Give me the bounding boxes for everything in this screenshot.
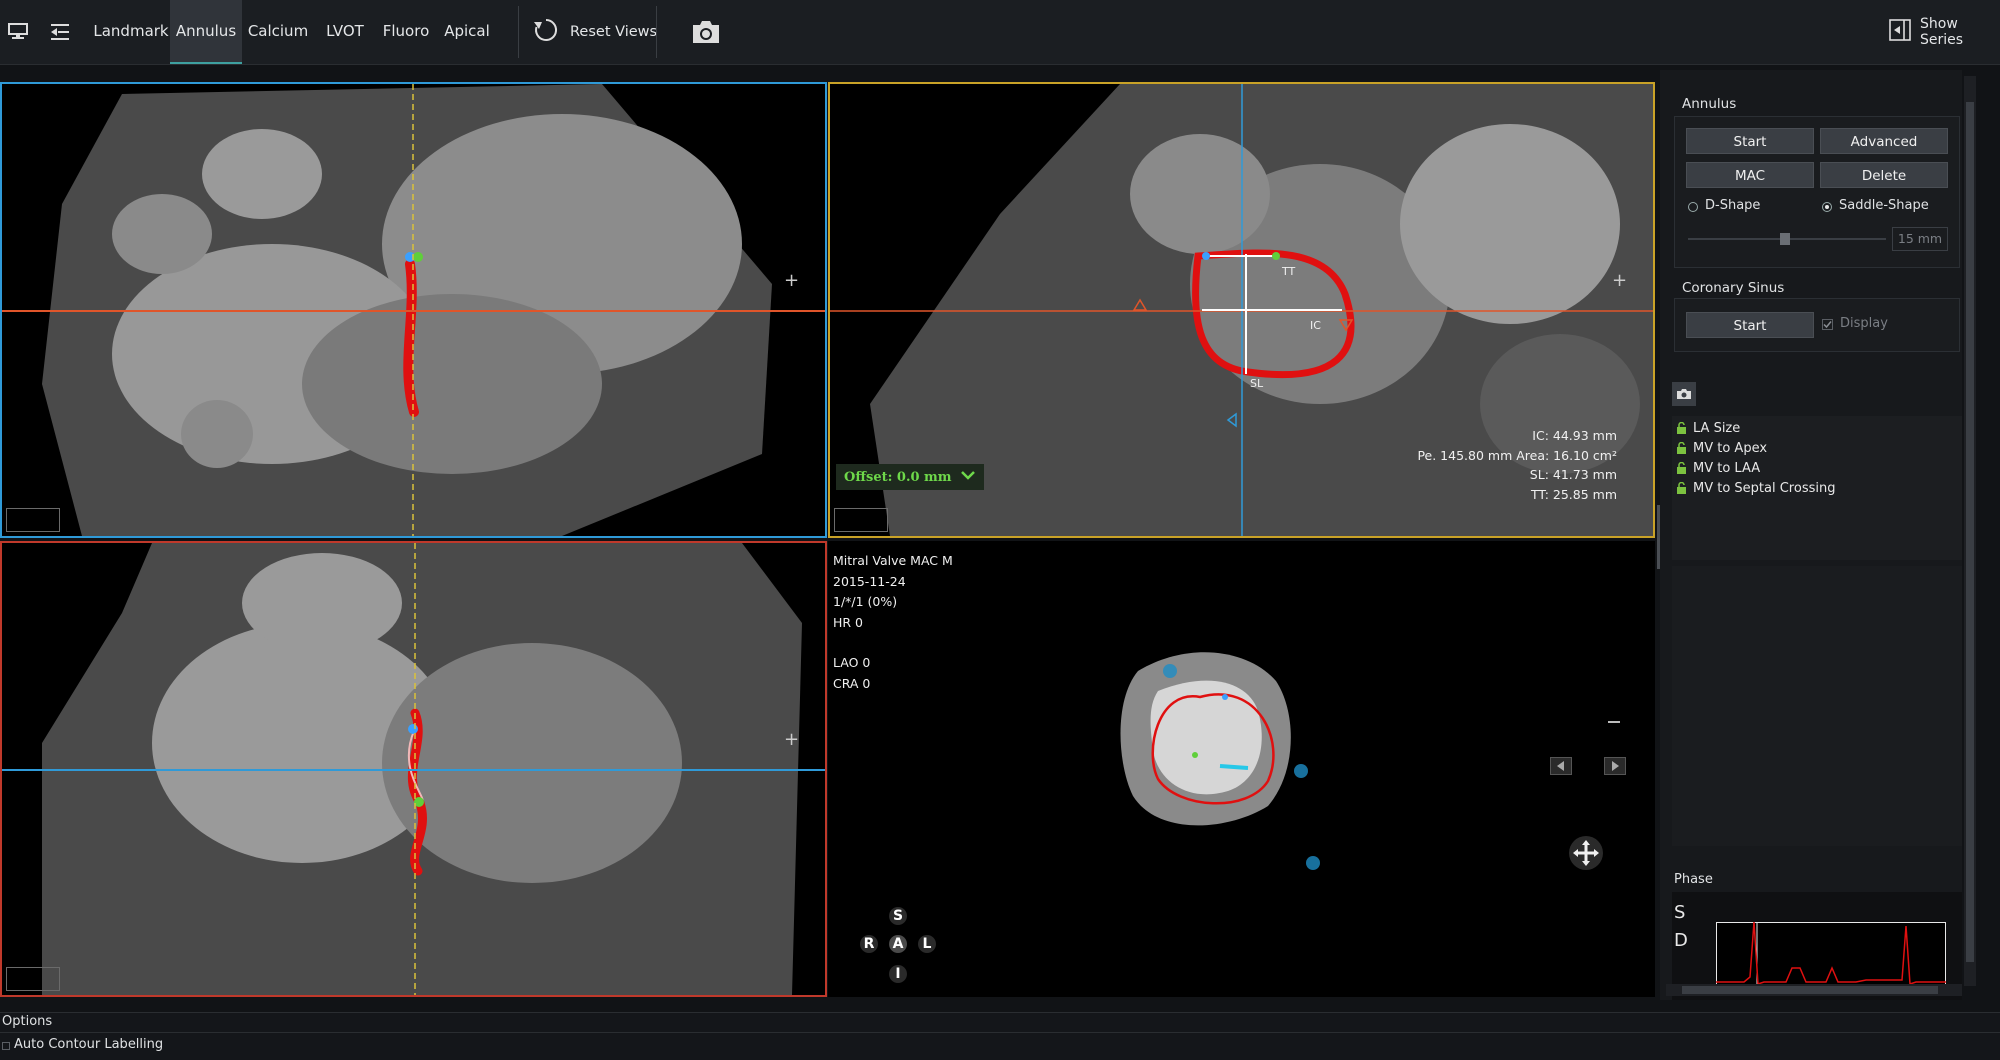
list-item-label: LA Size — [1693, 421, 1741, 436]
scale-box — [834, 508, 888, 532]
orientation-l: L — [918, 935, 936, 953]
options-label: Options — [2, 1014, 53, 1029]
toolbar-separator — [518, 6, 519, 58]
phase-s-button[interactable]: S — [1674, 902, 1685, 923]
camera-icon[interactable] — [686, 16, 726, 48]
panel-scrollbar[interactable] — [1964, 76, 1976, 986]
list-item-label: MV to LAA — [1693, 461, 1761, 476]
auto-contour-checkbox[interactable] — [2, 1042, 10, 1050]
perimeter-area-measurement: Pe. 145.80 mm Area: 16.10 cm² — [1417, 447, 1617, 463]
lock-icon — [1677, 422, 1686, 434]
scale-box — [6, 967, 60, 991]
orientation-cube: S R A L I — [858, 907, 938, 987]
viewport-top-left[interactable]: + — [0, 82, 827, 538]
orientation-i: I — [889, 965, 907, 983]
offset-label: Offset: 0.0 mm — [844, 469, 952, 485]
coronary-sinus-title: Coronary Sinus — [1682, 280, 1785, 296]
phase-h-scrollbar[interactable] — [1666, 984, 1962, 996]
saddle-shape-label: Saddle-Shape — [1839, 198, 1929, 213]
viewport-bottom-left[interactable]: + — [0, 541, 827, 997]
d-shape-radio[interactable] — [1688, 202, 1698, 212]
tt-label: TT — [1282, 265, 1296, 278]
viewport-3d[interactable]: Mitral Valve MAC M 2015-11-24 1/*/1 (0%)… — [828, 541, 1655, 997]
show-series-button[interactable]: Show Series — [1888, 16, 2000, 48]
advanced-button[interactable]: Advanced — [1820, 128, 1948, 154]
offset-control[interactable]: Offset: 0.0 mm — [836, 464, 984, 490]
list-item-label: MV to Apex — [1693, 441, 1768, 456]
list-item-label: MV to Septal Crossing — [1693, 481, 1836, 496]
scrollbar-thumb[interactable] — [1966, 102, 1974, 962]
reset-icon — [532, 16, 560, 48]
reset-views-label: Reset Views — [570, 24, 658, 40]
tab-annulus[interactable]: Annulus — [170, 0, 242, 64]
display-label: Display — [1840, 316, 1888, 331]
sl-label: SL — [1250, 377, 1264, 390]
tab-calcium[interactable]: Calcium — [242, 0, 314, 64]
phase-d-button[interactable]: D — [1674, 930, 1688, 951]
lock-icon — [1677, 442, 1686, 454]
ct-image-long-axis-2 — [2, 543, 825, 995]
orientation-r: R — [860, 935, 878, 953]
panel-toggle-icon — [1888, 18, 1912, 46]
top-toolbar: Landmark Annulus Calcium LVOT Fluoro Api… — [0, 0, 2000, 65]
auto-contour-label: Auto Contour Labelling — [14, 1037, 164, 1052]
collapse-panel-icon[interactable] — [44, 16, 76, 48]
monitor-icon[interactable] — [2, 16, 34, 48]
phase-title: Phase — [1674, 872, 1713, 887]
orientation-s: S — [889, 907, 907, 925]
ic-measurement: IC: 44.93 mm — [1532, 428, 1617, 443]
viewport-top-right[interactable]: TT IC SL + Offset: 0.0 mm IC: 44.93 mm P… — [828, 82, 1655, 538]
cs-start-button[interactable]: Start — [1686, 312, 1814, 338]
delete-button[interactable]: Delete — [1820, 162, 1948, 188]
mac-button[interactable]: MAC — [1686, 162, 1814, 188]
h-scrollbar-thumb[interactable] — [1682, 986, 1938, 994]
tab-fluoro[interactable]: Fluoro — [376, 0, 436, 64]
orientation-a: A — [889, 935, 907, 953]
sl-measurement: SL: 41.73 mm — [1529, 467, 1617, 482]
snapshot-camera-icon[interactable] — [1672, 382, 1696, 406]
ct-image-long-axis — [2, 84, 825, 536]
list-item[interactable]: LA Size — [1676, 420, 1740, 438]
thickness-value[interactable]: 15 mm — [1892, 227, 1948, 251]
rotate-left-button[interactable] — [1550, 757, 1572, 779]
toolbar-separator — [656, 6, 657, 58]
crosshair-icon: + — [1612, 270, 1628, 291]
crosshair-icon: + — [784, 270, 800, 291]
pan-move-icon[interactable] — [1568, 835, 1604, 875]
crosshair-icon: + — [784, 729, 800, 750]
options-bar — [0, 1012, 2000, 1060]
show-series-label: Show Series — [1920, 16, 1964, 48]
3d-valve-render — [1120, 652, 1320, 870]
tab-apical[interactable]: Apical — [436, 0, 498, 64]
measurements-overlay: IC: 44.93 mm Pe. 145.80 mm Area: 16.10 c… — [1417, 426, 1617, 504]
tab-lvot[interactable]: LVOT — [314, 0, 376, 64]
lock-icon — [1677, 482, 1686, 494]
saddle-shape-radio[interactable] — [1822, 202, 1832, 212]
annulus-start-button[interactable]: Start — [1686, 128, 1814, 154]
slider-handle[interactable] — [1780, 233, 1790, 245]
options-divider — [0, 1032, 2000, 1033]
list-item[interactable]: MV to Apex — [1676, 440, 1767, 458]
tt-measurement: TT: 25.85 mm — [1531, 486, 1617, 502]
ic-label: IC — [1310, 319, 1321, 332]
d-shape-label: D-Shape — [1705, 198, 1761, 213]
empty-panel-area — [1672, 566, 1962, 846]
lock-icon — [1677, 462, 1686, 474]
rotate-right-button[interactable] — [1604, 757, 1626, 779]
tab-landmark[interactable]: Landmark — [92, 0, 170, 64]
list-item[interactable]: MV to Septal Crossing — [1676, 480, 1835, 498]
reset-views-button[interactable]: Reset Views — [532, 14, 657, 50]
annulus-section-title: Annulus — [1682, 96, 1737, 112]
display-checkbox[interactable] — [1822, 319, 1833, 330]
list-item[interactable]: MV to LAA — [1676, 460, 1760, 478]
chevron-down-icon — [960, 469, 976, 485]
ecg-graph[interactable] — [1716, 922, 1946, 992]
scale-box — [6, 508, 60, 532]
zoom-out-icon[interactable] — [1608, 721, 1620, 723]
